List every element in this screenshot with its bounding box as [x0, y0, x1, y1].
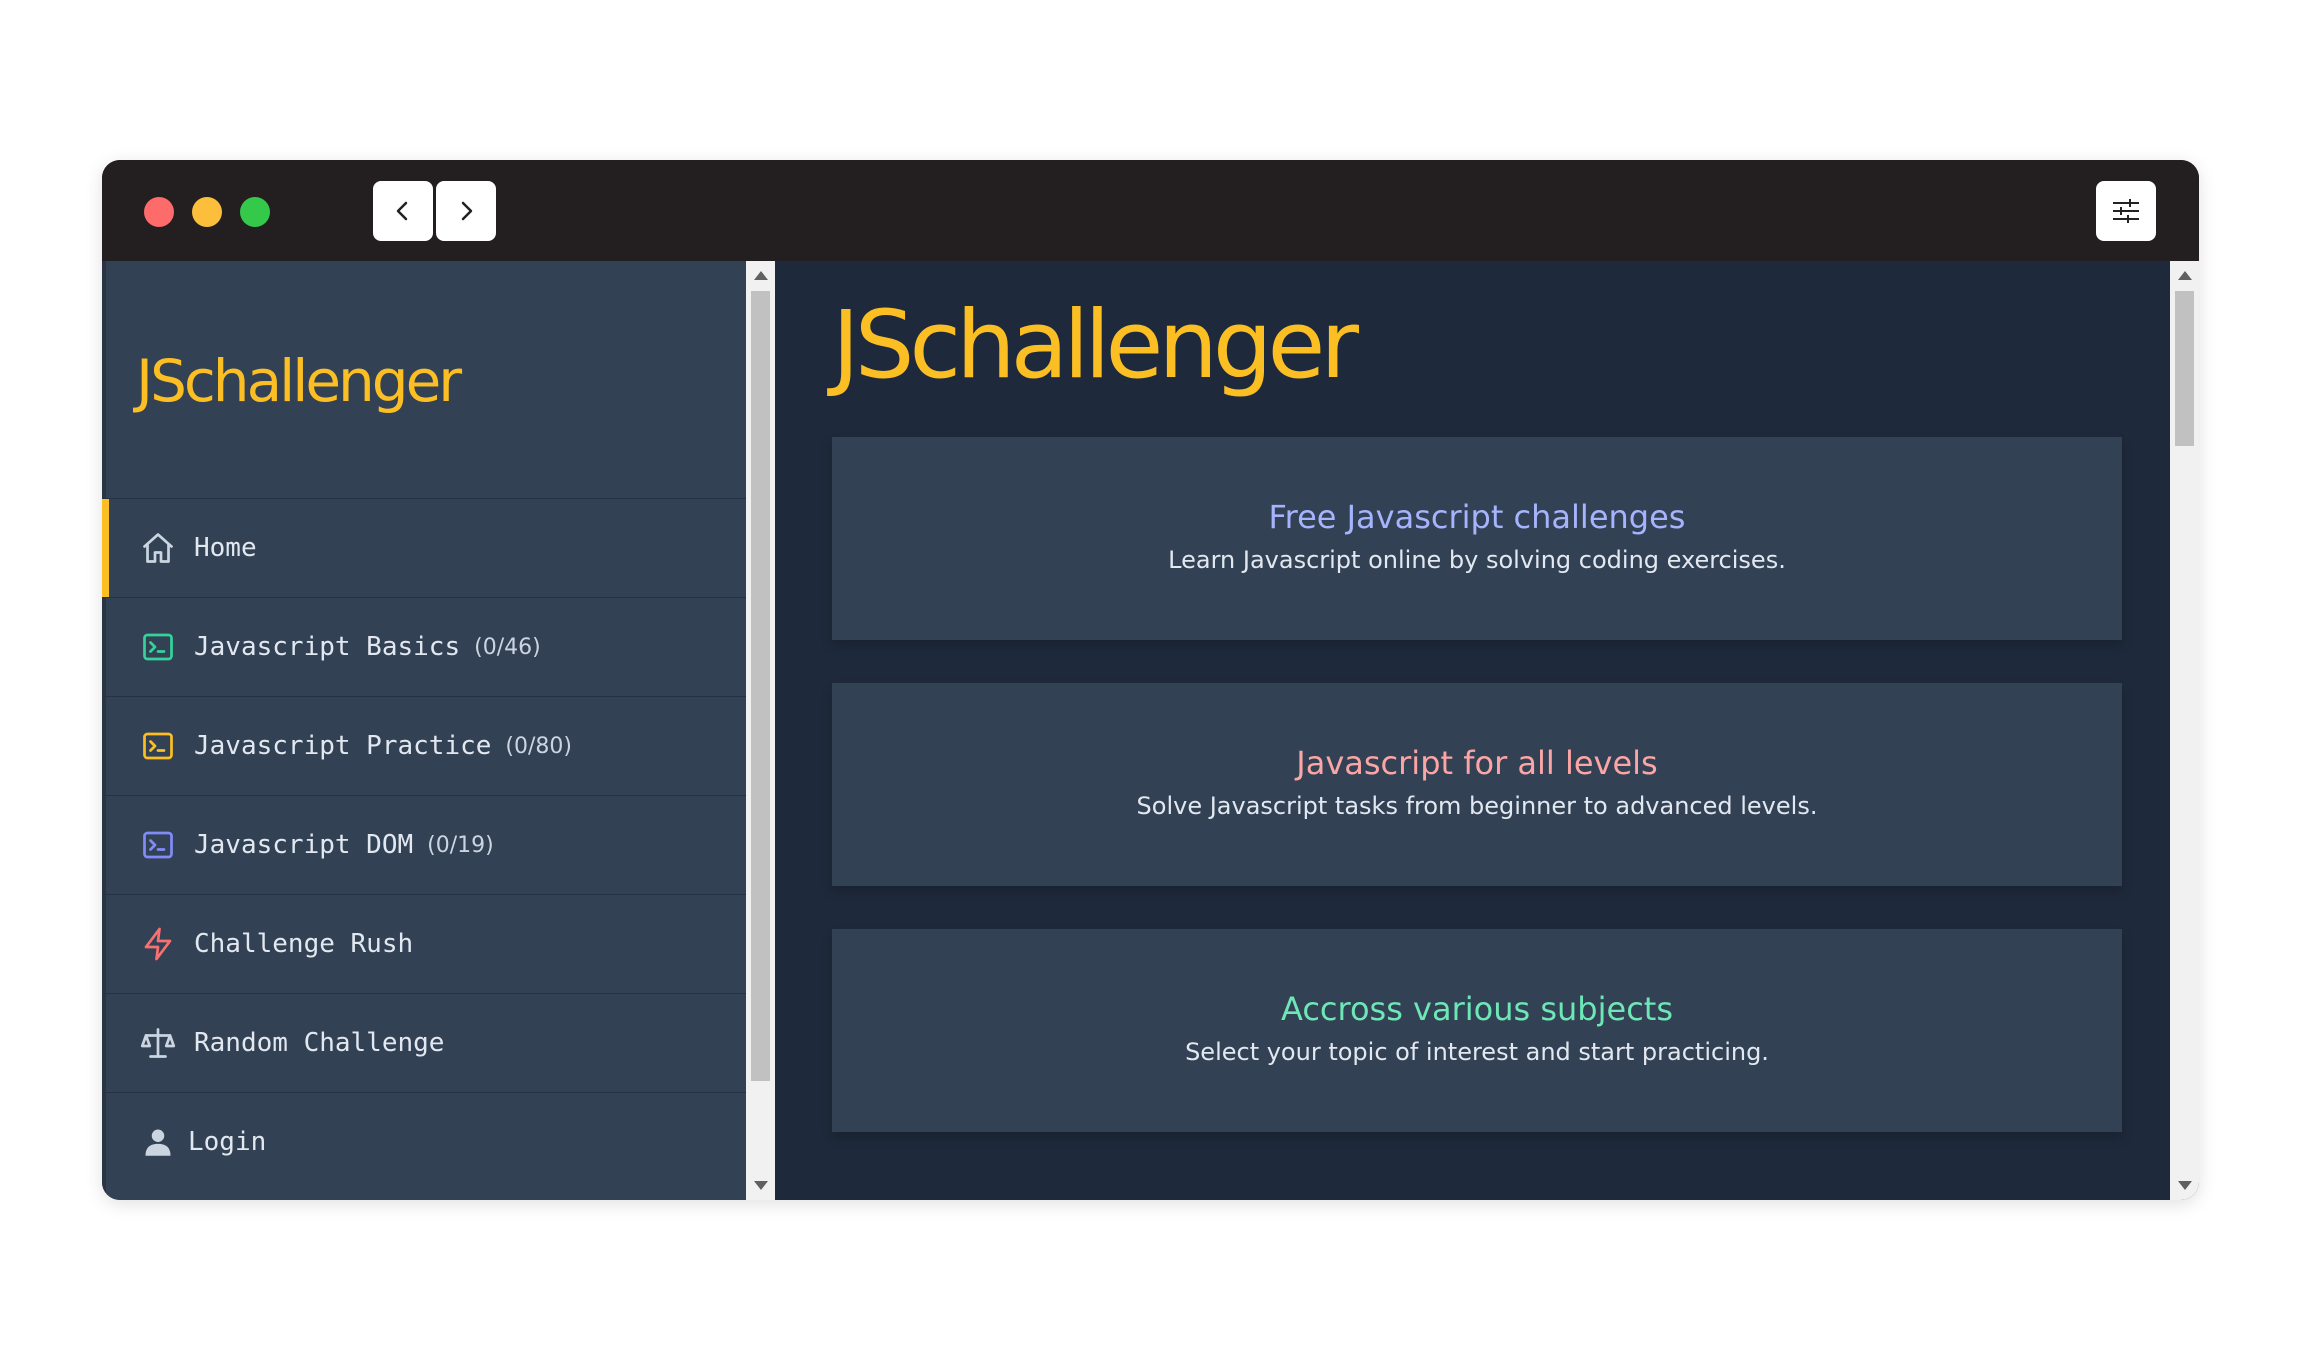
sidebar-item-label: Login	[188, 1127, 267, 1157]
scroll-down-arrow[interactable]	[754, 1181, 768, 1190]
main-content: JSchallenger Free Javascript challenges …	[775, 261, 2170, 1200]
sidebar-item-login[interactable]: Login	[102, 1092, 746, 1191]
sidebar-item-label: Javascript Practice	[194, 731, 492, 761]
back-icon	[396, 201, 408, 221]
sidebar-menu: Home Javascript Basics (0/46) Javascript…	[102, 498, 746, 1191]
card-subtitle: Select your topic of interest and start …	[1185, 1038, 1769, 1066]
sidebar-scrollbar[interactable]	[746, 261, 775, 1200]
scroll-up-arrow[interactable]	[2178, 271, 2192, 280]
feature-card: Javascript for all levels Solve Javascri…	[832, 683, 2122, 886]
sidebar-item-label: Random Challenge	[194, 1028, 445, 1058]
card-title: Accross various subjects	[1280, 990, 1673, 1028]
progress-count: (0/46)	[474, 634, 541, 660]
sidebar-item-javascript-practice[interactable]: Javascript Practice (0/80)	[102, 696, 746, 795]
progress-count: (0/80)	[505, 733, 572, 759]
sidebar-item-label: Javascript Basics	[194, 632, 461, 662]
sidebar-item-javascript-dom[interactable]: Javascript DOM (0/19)	[102, 795, 746, 894]
settings-button[interactable]	[2096, 181, 2156, 241]
sidebar-item-javascript-basics[interactable]: Javascript Basics (0/46)	[102, 597, 746, 696]
scroll-down-arrow[interactable]	[2178, 1181, 2192, 1190]
forward-icon	[461, 201, 473, 221]
close-window-button[interactable]	[144, 197, 174, 227]
sidebar: JSchallenger Home Javascript Basics (0/4…	[102, 261, 746, 1200]
feature-card: Accross various subjects Select your top…	[832, 929, 2122, 1132]
user-icon	[138, 1122, 178, 1162]
scroll-up-arrow[interactable]	[754, 271, 768, 280]
sidebar-logo[interactable]: JSchallenger	[136, 346, 462, 416]
browser-window: JSchallenger Home Javascript Basics (0/4…	[102, 160, 2199, 1200]
terminal-icon	[138, 627, 178, 667]
scale-icon	[138, 1023, 178, 1063]
maximize-window-button[interactable]	[240, 197, 270, 227]
terminal-icon	[138, 726, 178, 766]
sidebar-item-label: Home	[194, 533, 257, 563]
scrollbar-thumb[interactable]	[751, 291, 770, 1081]
progress-count: (0/19)	[427, 832, 494, 858]
feature-card: Free Javascript challenges Learn Javascr…	[832, 437, 2122, 640]
home-icon	[138, 528, 178, 568]
card-subtitle: Learn Javascript online by solving codin…	[1168, 546, 1786, 574]
forward-button[interactable]	[436, 181, 496, 241]
back-button[interactable]	[373, 181, 433, 241]
terminal-icon	[138, 825, 178, 865]
scrollbar-thumb[interactable]	[2175, 291, 2194, 446]
sidebar-item-home[interactable]: Home	[102, 498, 746, 597]
card-title: Free Javascript challenges	[1268, 498, 1686, 536]
card-title: Javascript for all levels	[1296, 744, 1658, 782]
sidebar-item-label: Javascript DOM	[194, 830, 414, 860]
minimize-window-button[interactable]	[192, 197, 222, 227]
sidebar-item-challenge-rush[interactable]: Challenge Rush	[102, 894, 746, 993]
settings-sliders-icon	[2113, 199, 2139, 223]
sidebar-item-label: Challenge Rush	[194, 929, 414, 959]
title-bar	[102, 160, 2199, 261]
main-logo: JSchallenger	[832, 291, 1359, 400]
sidebar-item-random-challenge[interactable]: Random Challenge	[102, 993, 746, 1092]
main-scrollbar[interactable]	[2170, 261, 2199, 1200]
card-subtitle: Solve Javascript tasks from beginner to …	[1136, 792, 1818, 820]
lightning-icon	[138, 924, 178, 964]
